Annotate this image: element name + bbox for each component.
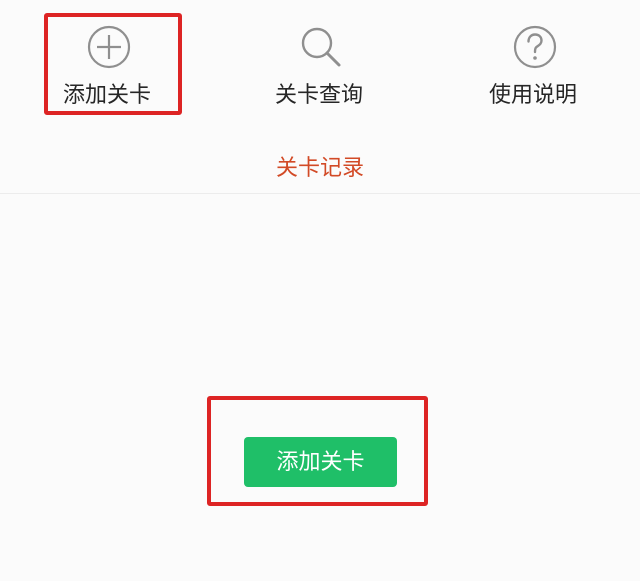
instructions-action[interactable]: 使用说明: [468, 20, 598, 110]
records-title: 关卡记录: [275, 156, 364, 181]
instructions-label: 使用说明: [488, 83, 577, 108]
search-icon: [301, 27, 341, 67]
level-query-label: 关卡查询: [274, 83, 363, 108]
add-level-highlight-box: [44, 13, 182, 115]
add-button-highlight-box: [207, 396, 428, 506]
help-circle-icon: [513, 25, 557, 69]
level-query-action[interactable]: 关卡查询: [254, 20, 384, 110]
